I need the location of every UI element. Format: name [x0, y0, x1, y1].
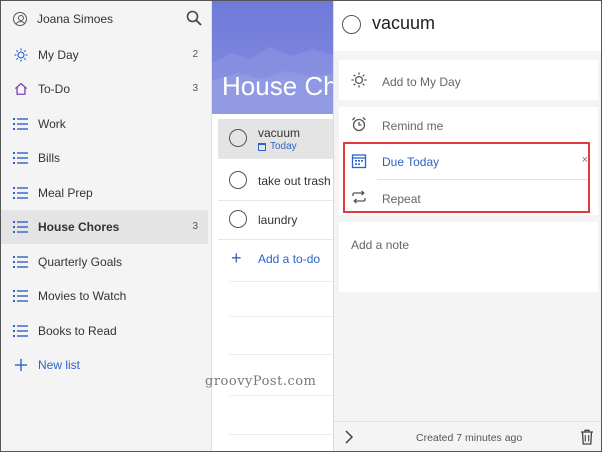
chevron-right-icon[interactable]	[344, 430, 354, 444]
task-item-take-out-trash[interactable]: take out trash	[218, 161, 333, 201]
list-icon	[13, 290, 28, 302]
new-list-label: New list	[38, 358, 81, 372]
detail-footer: Created 7 minutes ago	[334, 421, 601, 451]
detail-header: vacuum	[334, 1, 601, 51]
user-name: Joana Simoes	[37, 12, 114, 26]
sidebar-item-label: Work	[38, 117, 66, 131]
list-title: House Chores	[222, 71, 333, 101]
task-item-laundry[interactable]: laundry	[218, 200, 333, 240]
sidebar-item-label: House Chores	[38, 220, 120, 234]
item-count: 2	[192, 49, 198, 60]
list-icon	[13, 221, 28, 233]
list-icon	[13, 118, 28, 130]
calendar-icon	[258, 142, 266, 151]
plus-icon	[14, 358, 28, 372]
sidebar-item-books-to-read[interactable]: Books to Read	[1, 314, 208, 348]
plus-icon: +	[231, 248, 242, 268]
sidebar: Joana Simoes My Day 2 To-Do 3 Work Bills…	[1, 1, 212, 451]
list-icon	[13, 152, 28, 164]
user-account-row[interactable]: Joana Simoes	[1, 1, 212, 37]
sidebar-item-to-do[interactable]: To-Do 3	[1, 72, 208, 106]
person-icon	[13, 12, 27, 26]
list-rule	[229, 354, 333, 355]
sun-icon	[14, 48, 28, 62]
task-title: take out trash	[258, 174, 331, 188]
task-detail-pane: vacuum Add to My Day Remind me Due Today…	[333, 1, 601, 451]
home-icon	[14, 82, 28, 95]
sidebar-item-label: Bills	[38, 151, 61, 165]
new-list-button[interactable]: New list	[1, 348, 208, 382]
item-count: 3	[192, 83, 198, 94]
due-label: Today	[270, 141, 297, 152]
sidebar-item-quarterly-goals[interactable]: Quarterly Goals	[1, 245, 208, 279]
app-window: Joana Simoes My Day 2 To-Do 3 Work Bills…	[0, 0, 602, 452]
sidebar-item-label: Meal Prep	[38, 186, 93, 200]
sidebar-item-my-day[interactable]: My Day 2	[1, 38, 208, 72]
list-rule	[229, 395, 333, 396]
complete-checkbox[interactable]	[229, 210, 247, 228]
list-banner: House Chores	[212, 1, 333, 114]
due-meta: Today	[258, 141, 297, 152]
sun-icon	[351, 72, 367, 88]
add-to-my-day-label: Add to My Day	[382, 75, 461, 89]
highlight-box	[343, 142, 590, 213]
list-icon	[13, 325, 28, 337]
detail-task-title[interactable]: vacuum	[372, 13, 435, 34]
sidebar-item-bills[interactable]: Bills	[1, 141, 208, 175]
sidebar-item-label: To-Do	[38, 82, 71, 96]
complete-checkbox[interactable]	[229, 171, 247, 189]
trash-icon[interactable]	[580, 429, 594, 445]
task-title: vacuum	[258, 126, 301, 140]
remind-me-button[interactable]: Remind me	[339, 107, 598, 143]
sidebar-item-meal-prep[interactable]: Meal Prep	[1, 176, 208, 210]
task-title: laundry	[258, 213, 298, 227]
list-rule	[229, 316, 333, 317]
note-field[interactable]: Add a note	[339, 222, 598, 292]
list-icon	[13, 187, 28, 199]
sidebar-item-work[interactable]: Work	[1, 107, 208, 141]
add-to-my-day-button[interactable]: Add to My Day	[339, 60, 598, 100]
complete-checkbox[interactable]	[342, 15, 361, 34]
item-count: 3	[192, 221, 198, 232]
task-item-vacuum[interactable]: vacuum Today	[218, 119, 333, 159]
sidebar-item-house-chores[interactable]: House Chores 3	[1, 210, 208, 244]
list-rule	[229, 281, 333, 282]
complete-checkbox[interactable]	[229, 129, 247, 147]
alarm-clock-icon	[352, 117, 366, 132]
sidebar-item-label: Books to Read	[38, 324, 117, 338]
sidebar-item-label: My Day	[38, 48, 79, 62]
note-placeholder: Add a note	[351, 238, 410, 252]
sidebar-item-label: Movies to Watch	[38, 289, 127, 303]
add-todo-button[interactable]: + Add a to-do	[218, 241, 333, 277]
list-icon	[13, 256, 28, 268]
sidebar-item-movies-to-watch[interactable]: Movies to Watch	[1, 279, 208, 313]
created-timestamp: Created 7 minutes ago	[416, 432, 523, 444]
list-rule	[229, 434, 333, 435]
add-todo-label: Add a to-do	[258, 252, 321, 266]
sidebar-item-label: Quarterly Goals	[38, 255, 123, 269]
search-icon[interactable]	[186, 10, 202, 26]
remind-me-label: Remind me	[382, 119, 444, 133]
watermark: groovyPost.com	[205, 374, 317, 389]
